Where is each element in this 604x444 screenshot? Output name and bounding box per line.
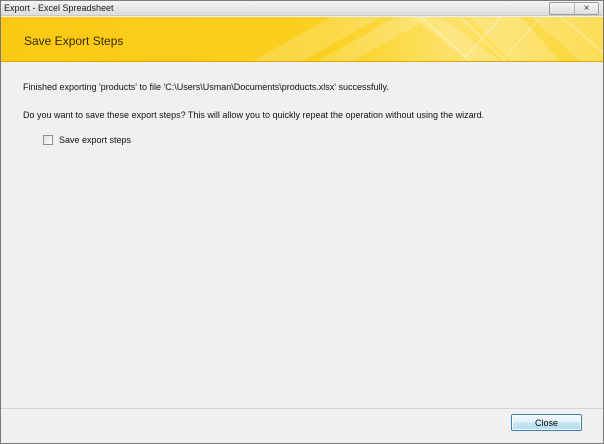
save-export-steps-checkbox[interactable] [43, 135, 53, 145]
save-export-steps-label[interactable]: Save export steps [59, 135, 131, 145]
export-dialog: Export - Excel Spreadsheet × Save Export… [0, 0, 604, 444]
save-export-steps-option[interactable]: Save export steps [43, 135, 131, 145]
window-title: Export - Excel Spreadsheet [4, 3, 114, 13]
close-button-label: Close [534, 417, 558, 428]
window-controls: × [549, 2, 599, 15]
page-title: Save Export Steps [24, 34, 124, 48]
footer-divider [1, 408, 603, 409]
save-steps-question: Do you want to save these export steps? … [23, 110, 485, 120]
title-bar[interactable]: Export - Excel Spreadsheet × [1, 1, 603, 16]
close-icon: × [583, 2, 590, 14]
status-message: Finished exporting 'products' to file 'C… [23, 82, 389, 92]
window-close-button[interactable]: × [574, 3, 598, 14]
close-button[interactable]: Close [511, 414, 582, 431]
header-banner: Save Export Steps [1, 17, 603, 62]
